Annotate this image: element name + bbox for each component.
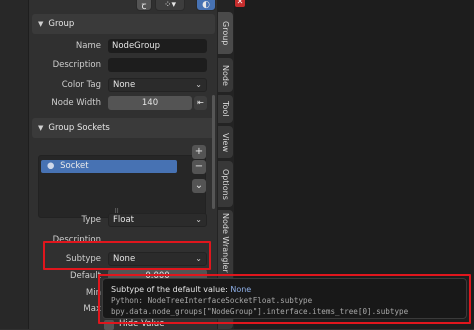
add-socket-button[interactable]: + bbox=[192, 145, 206, 159]
min-label: Min bbox=[85, 288, 101, 298]
tab-tool-label: Tool bbox=[221, 101, 230, 117]
tab-view[interactable]: View bbox=[218, 126, 233, 158]
color-tag-value: None bbox=[113, 80, 136, 90]
node-width-label: Node Width bbox=[51, 98, 101, 108]
group-sockets-header[interactable]: ▼ Group Sockets bbox=[32, 118, 215, 138]
reset-width-icon[interactable]: ⇤ bbox=[194, 96, 207, 110]
default-label: Default bbox=[69, 271, 101, 281]
panel-scrollbar[interactable] bbox=[212, 95, 215, 209]
tab-node[interactable]: Node bbox=[218, 58, 233, 92]
tab-options[interactable]: Options bbox=[218, 161, 233, 207]
tab-group[interactable]: Group bbox=[218, 12, 233, 54]
socket-item-label: Socket bbox=[60, 161, 89, 171]
tab-node-wrangler-label: Node Wrangler bbox=[221, 213, 230, 273]
color-tag-dropdown[interactable]: None ⌄ bbox=[108, 78, 207, 92]
list-item[interactable]: ● Socket bbox=[41, 160, 177, 173]
group-panel-title: Group bbox=[48, 19, 75, 29]
tab-group-label: Group bbox=[221, 20, 230, 46]
group-sockets-title: Group Sockets bbox=[48, 123, 110, 133]
subtype-highlight-box bbox=[43, 241, 211, 270]
node-width-field[interactable]: 140 bbox=[108, 96, 192, 110]
tab-node-label: Node bbox=[221, 64, 230, 86]
description-field[interactable] bbox=[108, 58, 207, 72]
close-icon[interactable]: ✕ bbox=[235, 0, 245, 7]
description-label: Description bbox=[52, 60, 101, 70]
chevron-down-icon: ⌄ bbox=[195, 80, 202, 89]
socket-dot-icon: ● bbox=[47, 161, 55, 171]
socket-description-label: Description bbox=[52, 235, 101, 241]
tab-options-label: Options bbox=[221, 168, 230, 200]
tab-view-label: View bbox=[221, 132, 230, 152]
expand-triangle-icon: ▼ bbox=[38, 20, 44, 28]
expand-triangle-icon: ▼ bbox=[38, 124, 44, 132]
name-field[interactable]: NodeGroup bbox=[108, 39, 207, 53]
type-label: Type bbox=[81, 215, 101, 225]
grid-icon[interactable]: ⁘▾ bbox=[155, 0, 185, 11]
left-editor-edge bbox=[0, 0, 29, 329]
overlay-icon[interactable]: ◐ bbox=[196, 0, 216, 11]
remove-socket-button[interactable]: − bbox=[192, 160, 206, 174]
more-options-button[interactable]: ⌄ bbox=[192, 179, 206, 193]
tab-tool[interactable]: Tool bbox=[218, 95, 233, 123]
header-bar bbox=[29, 0, 217, 12]
chevron-down-icon: ⌄ bbox=[195, 215, 202, 224]
name-label: Name bbox=[75, 41, 101, 51]
type-value: Float bbox=[113, 215, 134, 225]
tooltip-highlight-box bbox=[98, 274, 471, 324]
type-dropdown[interactable]: Float ⌄ bbox=[108, 213, 207, 227]
group-panel-header[interactable]: ▼ Group bbox=[32, 14, 215, 34]
max-label: Max bbox=[83, 304, 101, 314]
color-tag-label: Color Tag bbox=[61, 80, 101, 90]
tool-glyph-icon[interactable]: ꞇ bbox=[136, 0, 152, 12]
socket-list[interactable]: ● Socket ⠿ bbox=[38, 155, 206, 218]
